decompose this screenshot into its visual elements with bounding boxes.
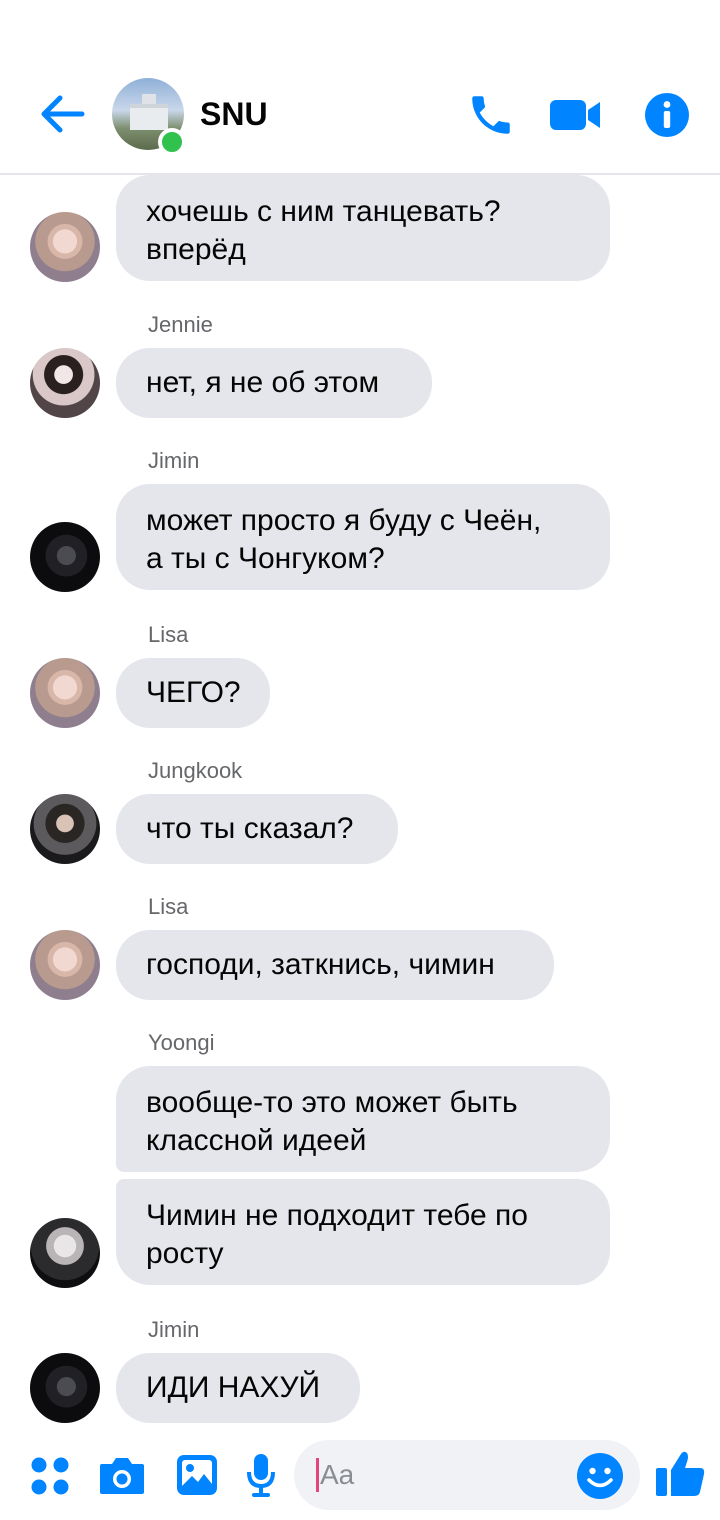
chat-title[interactable]: SNU	[200, 96, 268, 133]
video-camera-icon[interactable]	[548, 90, 602, 140]
emoji-icon[interactable]	[576, 1452, 624, 1500]
message-bubble[interactable]: что ты сказал?	[116, 794, 398, 864]
sender-name: Jimin	[148, 448, 200, 473]
sender-name: Jennie	[148, 312, 213, 337]
message-bubble[interactable]: вообще-то это может быть классной идеей	[116, 1066, 610, 1172]
sender-name: Yoongi	[148, 1030, 215, 1055]
phone-icon[interactable]	[466, 90, 516, 140]
message-bubble[interactable]: хочешь с ним танцевать? вперёд	[116, 175, 610, 281]
sender-avatar[interactable]	[30, 522, 100, 592]
message-bubble[interactable]: ИДИ НАХУЙ	[116, 1353, 360, 1423]
message-bubble[interactable]: ЧЕГО?	[116, 658, 270, 728]
thumbs-up-icon[interactable]	[654, 1448, 706, 1498]
sender-avatar[interactable]	[30, 212, 100, 282]
message-bubble[interactable]: Чимин не подходит тебе по росту	[116, 1179, 610, 1285]
apps-icon[interactable]	[30, 1456, 70, 1496]
message-bubble[interactable]: господи, заткнись, чимин	[116, 930, 554, 1000]
sender-avatar[interactable]	[30, 930, 100, 1000]
info-icon[interactable]	[644, 92, 690, 138]
online-status-dot	[158, 128, 186, 156]
message-input[interactable]: Aa	[294, 1440, 640, 1510]
sender-name: Lisa	[148, 622, 189, 647]
back-arrow-icon[interactable]	[38, 92, 86, 136]
message-input-placeholder: Aa	[320, 1459, 355, 1490]
sender-avatar[interactable]	[30, 658, 100, 728]
microphone-icon[interactable]	[246, 1452, 276, 1498]
sender-avatar[interactable]	[30, 1218, 100, 1288]
sender-avatar[interactable]	[30, 1353, 100, 1423]
message-composer: Aa	[0, 1432, 720, 1520]
sender-avatar[interactable]	[30, 794, 100, 864]
sender-name: Jimin	[148, 1317, 200, 1342]
sender-name: Lisa	[148, 894, 189, 919]
camera-icon[interactable]	[98, 1454, 146, 1496]
gallery-icon[interactable]	[176, 1454, 218, 1496]
sender-name: Jungkook	[148, 758, 243, 783]
sender-avatar[interactable]	[30, 348, 100, 418]
message-bubble[interactable]: нет, я не об этом	[116, 348, 432, 418]
text-caret	[316, 1458, 319, 1492]
chat-header: SNU	[0, 0, 720, 175]
message-bubble[interactable]: может просто я буду с Чеён, а ты с Чонгу…	[116, 484, 610, 590]
